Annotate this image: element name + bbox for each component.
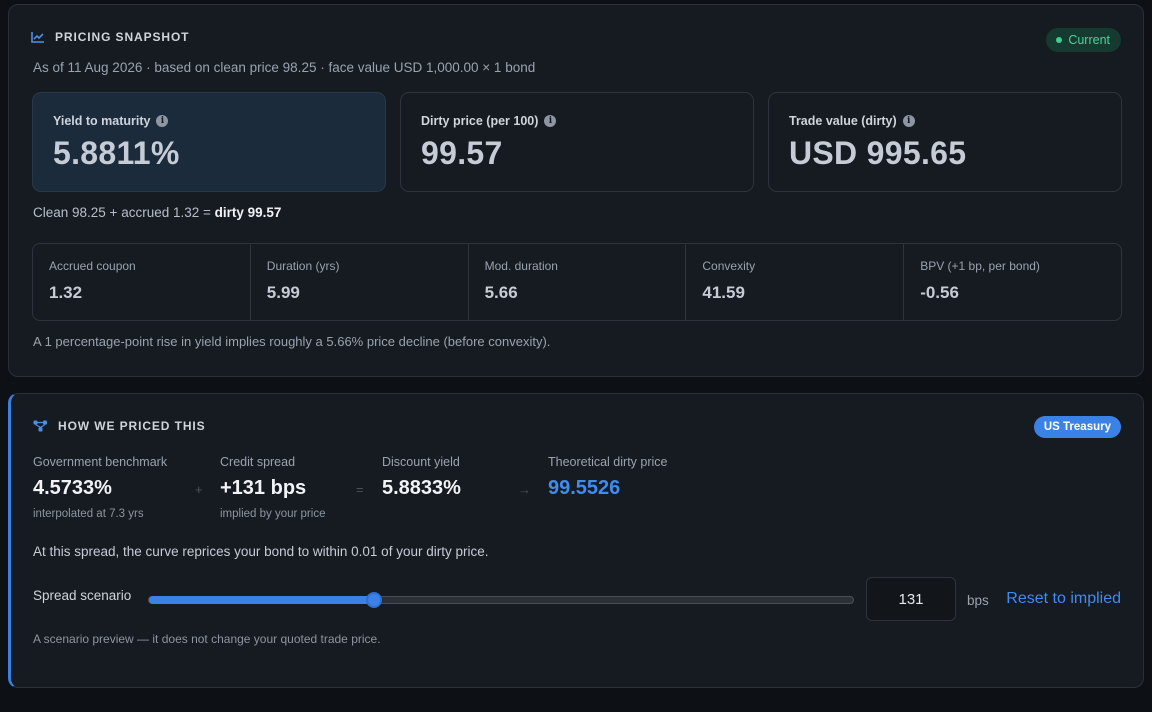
risk-stats-grid: Accrued coupon 1.32 Duration (yrs) 5.99 … (32, 243, 1122, 321)
how-we-priced-card: HOW WE PRICED THIS US Treasury Governmen… (8, 393, 1144, 688)
scenario-note: A scenario preview — it does not change … (33, 632, 381, 646)
info-icon[interactable]: i (544, 115, 557, 127)
metric-value: USD 995.65 (789, 135, 967, 171)
how-priced-header: HOW WE PRICED THIS (33, 419, 206, 433)
component-label: Discount yield (382, 455, 460, 469)
pricing-snapshot-card: PRICING SNAPSHOT Current As of 11 Aug 20… (8, 4, 1144, 377)
component-sub: interpolated at 7.3 yrs (33, 508, 144, 520)
info-icon[interactable]: i (156, 115, 169, 127)
stat-value: -0.56 (920, 283, 959, 302)
metric-dirty-price: Dirty price (per 100) i 99.57 (400, 92, 754, 192)
stat-bpv: BPV (+1 bp, per bond) -0.56 (904, 244, 1121, 320)
stat-value: 41.59 (702, 283, 745, 302)
stat-label: Duration (yrs) (266, 259, 340, 273)
slider-fill (149, 596, 375, 604)
reprice-text: At this spread, the curve reprices your … (33, 544, 489, 559)
reset-to-implied-link[interactable]: Reset to implied (1006, 590, 1121, 608)
stat-mod-duration: Mod. duration 5.66 (469, 244, 687, 320)
as-of-text: As of 11 Aug 2026 · based on clean price… (33, 60, 536, 75)
stat-label: Mod. duration (484, 259, 558, 273)
spread-slider[interactable] (148, 592, 854, 608)
metric-value: 99.57 (421, 135, 503, 171)
dirty-price-breakdown: Clean 98.25 + accrued 1.32 = dirty 99.57 (33, 205, 281, 220)
plus-operator: + (195, 482, 203, 497)
stat-accrued-coupon: Accrued coupon 1.32 (33, 244, 251, 320)
metric-value: 5.8811% (53, 135, 180, 171)
component-value: 99.5526 (548, 477, 621, 499)
component-credit-spread: Credit spread +131 bps implied by your p… (220, 455, 325, 520)
metric-label: Yield to maturity (53, 114, 151, 128)
info-icon[interactable]: i (902, 115, 915, 127)
component-theoretical-price: Theoretical dirty price 99.5526 (548, 455, 668, 500)
component-discount-yield: Discount yield 5.8833% (382, 455, 461, 500)
status-dot-icon (1056, 37, 1063, 43)
snapshot-header: PRICING SNAPSHOT (31, 30, 189, 44)
network-nodes-icon (33, 420, 48, 432)
equals-operator: = (356, 482, 364, 497)
component-label: Government benchmark (33, 455, 168, 469)
metric-label: Dirty price (per 100) (421, 114, 539, 128)
snapshot-title: PRICING SNAPSHOT (55, 30, 190, 44)
stat-label: Convexity (702, 259, 756, 273)
stat-value: 5.66 (484, 283, 518, 302)
component-sub: implied by your price (220, 508, 326, 520)
component-value: 5.8833% (382, 477, 461, 499)
component-label: Credit spread (220, 455, 296, 469)
arrow-operator: → (518, 482, 531, 497)
dirty-breakdown-text: Clean 98.25 + accrued 1.32 = (33, 205, 215, 220)
component-value: +131 bps (220, 477, 307, 499)
stat-value: 1.32 (49, 283, 83, 302)
dirty-breakdown-result: dirty 99.57 (214, 205, 282, 220)
status-badge: Current (1046, 28, 1121, 52)
status-badge-label: Current (1068, 33, 1110, 47)
spread-scenario-label: Spread scenario (33, 588, 132, 603)
spread-unit: bps (967, 593, 989, 608)
metric-trade-value: Trade value (dirty) i USD 995.65 (768, 92, 1122, 192)
component-value: 4.5733% (33, 477, 112, 499)
component-benchmark: Government benchmark 4.5733% interpolate… (33, 455, 167, 520)
market-badge: US Treasury (1033, 416, 1121, 438)
stat-duration: Duration (yrs) 5.99 (251, 244, 469, 320)
metric-yield-to-maturity: Yield to maturity i 5.8811% (32, 92, 386, 192)
spread-input[interactable] (866, 577, 956, 621)
metric-label: Trade value (dirty) (789, 114, 897, 128)
component-label: Theoretical dirty price (548, 455, 668, 469)
stat-label: Accrued coupon (49, 259, 136, 273)
stat-label: BPV (+1 bp, per bond) (920, 259, 1040, 273)
slider-thumb[interactable] (366, 592, 383, 608)
stat-value: 5.99 (266, 283, 300, 302)
line-chart-icon (31, 31, 45, 43)
how-priced-title: HOW WE PRICED THIS (58, 419, 206, 433)
duration-note: A 1 percentage-point rise in yield impli… (33, 334, 551, 349)
stat-convexity: Convexity 41.59 (686, 244, 905, 320)
